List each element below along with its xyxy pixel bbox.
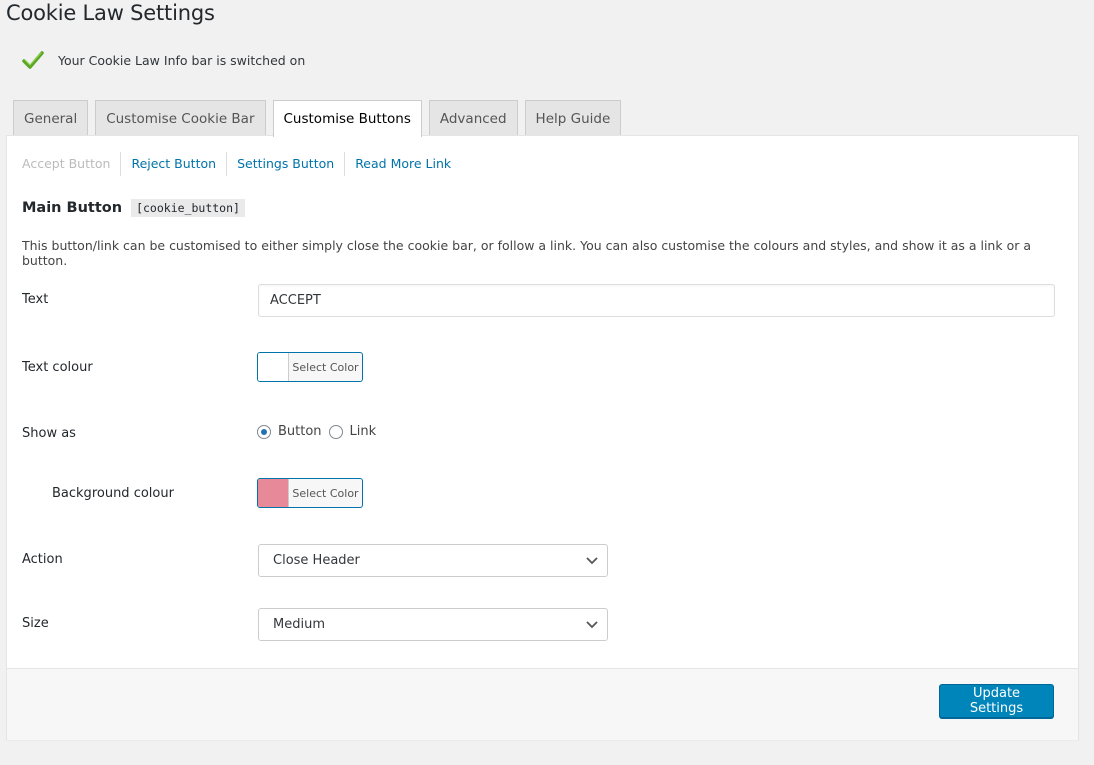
text-colour-picker[interactable]: Select Color bbox=[257, 352, 363, 382]
text-input[interactable] bbox=[258, 284, 1055, 317]
tab-customise-cookie-bar[interactable]: Customise Cookie Bar bbox=[95, 100, 266, 136]
subtab-nav: Accept Button Reject Button Settings But… bbox=[21, 152, 461, 176]
settings-panel: Accept Button Reject Button Settings But… bbox=[6, 135, 1079, 740]
show-as-button-radio[interactable] bbox=[257, 424, 271, 439]
notice-text: Your Cookie Law Info bar is switched on bbox=[58, 52, 306, 68]
size-select[interactable]: Medium bbox=[258, 608, 608, 641]
text-label: Text bbox=[22, 292, 49, 307]
nav-tabs: General Customise Cookie Bar Customise B… bbox=[13, 100, 628, 137]
section-title: Main Button [cookie_button] bbox=[22, 199, 245, 217]
background-colour-label: Background colour bbox=[52, 486, 174, 501]
tab-help-guide[interactable]: Help Guide bbox=[524, 100, 622, 136]
section-title-text: Main Button bbox=[22, 200, 123, 216]
action-select[interactable]: Close Header bbox=[258, 544, 608, 577]
action-select-value: Close Header bbox=[273, 553, 360, 568]
tab-customise-buttons[interactable]: Customise Buttons bbox=[272, 100, 422, 137]
chevron-down-icon bbox=[586, 621, 598, 629]
size-select-value: Medium bbox=[273, 617, 325, 632]
chevron-down-icon bbox=[586, 557, 598, 565]
section-description: This button/link can be customised to ei… bbox=[22, 238, 1031, 268]
subtab-accept-button[interactable]: Accept Button bbox=[21, 152, 120, 176]
checkmark-icon bbox=[22, 51, 44, 69]
show-as-link-radio[interactable] bbox=[328, 424, 343, 439]
show-as-button-label[interactable]: Button bbox=[278, 424, 322, 439]
text-colour-select-label: Select Color bbox=[292, 360, 359, 374]
show-as-link-label[interactable]: Link bbox=[350, 424, 377, 439]
action-label: Action bbox=[22, 552, 63, 567]
background-colour-swatch bbox=[258, 479, 289, 507]
show-as-radio-group: Button Link bbox=[257, 424, 383, 439]
update-settings-button[interactable]: Update Settings bbox=[939, 684, 1054, 718]
background-colour-select-label: Select Color bbox=[292, 486, 359, 500]
panel-footer: Update Settings bbox=[7, 668, 1078, 740]
size-label: Size bbox=[22, 616, 49, 631]
tab-advanced[interactable]: Advanced bbox=[428, 100, 518, 136]
text-colour-swatch bbox=[258, 353, 289, 381]
page-title: Cookie Law Settings bbox=[6, 1, 215, 25]
show-as-label: Show as bbox=[22, 426, 76, 441]
text-colour-label: Text colour bbox=[22, 360, 93, 375]
subtab-read-more-link[interactable]: Read More Link bbox=[344, 152, 461, 176]
subtab-settings-button[interactable]: Settings Button bbox=[226, 152, 344, 176]
shortcode: [cookie_button] bbox=[131, 199, 245, 217]
subtab-reject-button[interactable]: Reject Button bbox=[120, 152, 226, 176]
background-colour-picker[interactable]: Select Color bbox=[257, 478, 363, 508]
tab-general[interactable]: General bbox=[13, 100, 89, 136]
status-notice: Your Cookie Law Info bar is switched on bbox=[22, 50, 305, 70]
